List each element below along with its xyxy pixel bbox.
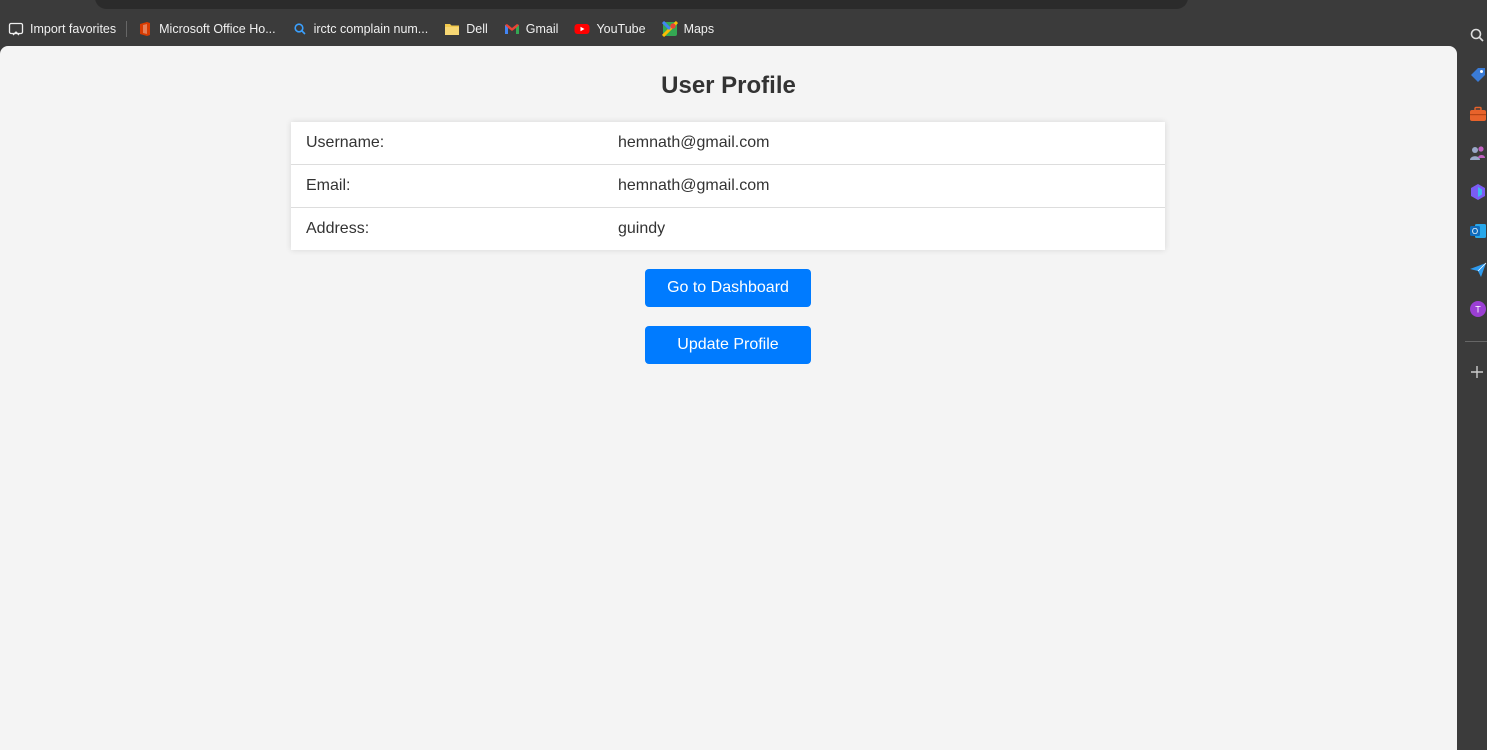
address-label: Address: (306, 220, 370, 237)
browser-sidebar: O T (1457, 12, 1487, 750)
people-icon[interactable] (1469, 144, 1487, 162)
favorite-label: Gmail (525, 22, 559, 36)
favorite-label: Microsoft Office Ho... (159, 22, 276, 36)
favorite-label: YouTube (596, 22, 646, 36)
page-title: User Profile (661, 72, 796, 99)
search-icon[interactable] (1469, 26, 1487, 44)
favorites-divider (126, 21, 128, 37)
profile-table: Username: hemnath@gmail.com Email: hemna… (291, 122, 1165, 250)
svg-text:O: O (1472, 227, 1478, 236)
address-bar[interactable] (95, 0, 1188, 9)
favorite-maps[interactable]: Maps (661, 21, 715, 37)
favorite-dell[interactable]: Dell (444, 21, 488, 37)
search-icon (292, 21, 308, 37)
youtube-icon (574, 21, 590, 37)
favorite-label: Maps (683, 22, 715, 36)
favorite-label: Dell (466, 22, 488, 36)
import-favorites-icon (8, 21, 24, 37)
office-icon (137, 21, 153, 37)
table-row: Username: hemnath@gmail.com (291, 122, 1165, 165)
favorites-bar: Import favorites Microsoft Office Ho... … (0, 12, 1457, 46)
profile-t-icon[interactable]: T (1469, 300, 1487, 318)
email-value: hemnath@gmail.com (618, 177, 770, 194)
update-profile-button[interactable]: Update Profile (645, 326, 811, 364)
table-row: Email: hemnath@gmail.com (291, 165, 1165, 208)
tag-icon[interactable] (1469, 66, 1487, 84)
add-icon[interactable] (1469, 363, 1487, 381)
favorite-label: irctc complain num... (313, 22, 429, 36)
favorite-label: Import favorites (30, 22, 117, 36)
favorite-gmail[interactable]: Gmail (504, 21, 559, 37)
favorite-irctc[interactable]: irctc complain num... (292, 21, 429, 37)
sidebar-divider (1465, 341, 1487, 342)
browser-top-strip (0, 0, 1487, 12)
table-row: Address: guindy (291, 208, 1165, 250)
username-label: Username: (306, 134, 385, 151)
profile-letter: T (1475, 305, 1481, 315)
username-value: hemnath@gmail.com (618, 134, 770, 151)
maps-icon (661, 21, 678, 37)
folder-icon (444, 21, 460, 37)
favorite-youtube[interactable]: YouTube (574, 21, 646, 37)
outlook-icon[interactable]: O (1469, 222, 1487, 240)
send-icon[interactable] (1469, 261, 1487, 279)
page-viewport: User Profile Username: hemnath@gmail.com… (0, 46, 1457, 750)
copilot-icon[interactable] (1469, 183, 1487, 201)
favorite-import-favorites[interactable]: Import favorites (8, 21, 116, 37)
favorite-microsoft-office[interactable]: Microsoft Office Ho... (137, 21, 276, 37)
briefcase-icon[interactable] (1469, 105, 1487, 123)
go-to-dashboard-button[interactable]: Go to Dashboard (645, 269, 811, 307)
address-value: guindy (618, 220, 666, 237)
email-label: Email: (306, 177, 351, 194)
gmail-icon (504, 21, 520, 37)
